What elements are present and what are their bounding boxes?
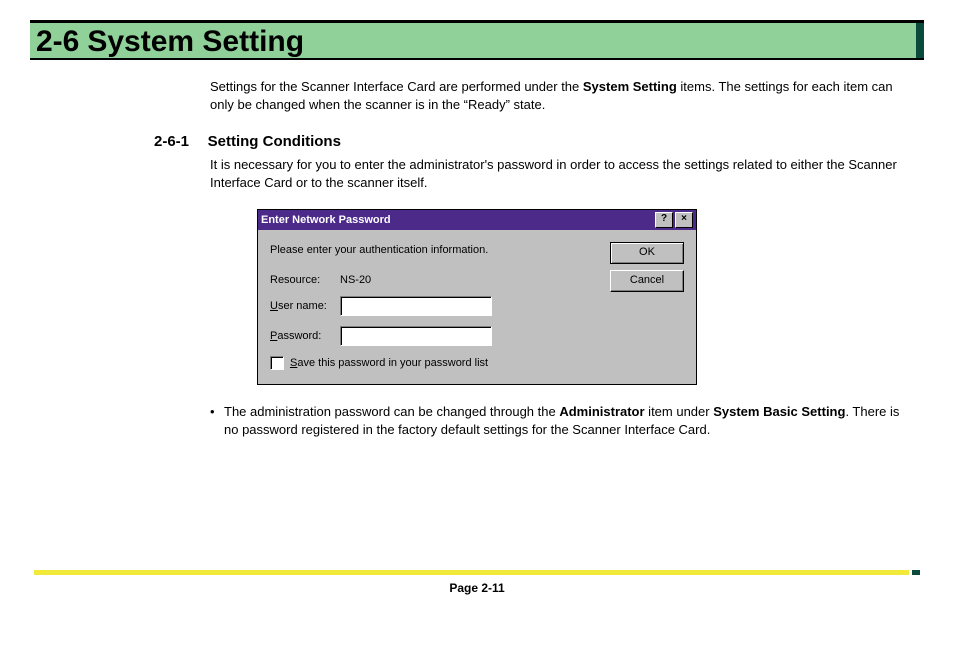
section-number: 2-6: [36, 25, 79, 58]
subsection-text: It is necessary for you to enter the adm…: [210, 156, 904, 191]
page-title: 2-6System Setting: [30, 25, 924, 58]
username-label: User name:: [270, 300, 340, 312]
bullet-icon: •: [210, 403, 224, 439]
intro-bold-a: System Setting: [583, 79, 677, 94]
intro-paragraph: Settings for the Scanner Interface Card …: [210, 78, 904, 113]
cancel-button[interactable]: Cancel: [610, 270, 684, 292]
subsection-title: Setting Conditions: [208, 133, 341, 150]
save-password-label: Save this password in your password list: [290, 357, 488, 369]
dialog-titlebar: Enter Network Password ? ×: [258, 210, 696, 230]
section-header: 2-6System Setting: [30, 20, 924, 60]
intro-text-a: Settings for the Scanner Interface Card …: [210, 79, 583, 94]
note-bullet: • The administration password can be cha…: [210, 403, 904, 439]
help-icon[interactable]: ?: [655, 212, 673, 228]
subsection-number: 2-6-1: [154, 133, 204, 150]
close-icon[interactable]: ×: [675, 212, 693, 228]
bullet-text: The administration password can be chang…: [224, 403, 904, 439]
resource-label: Resource:: [270, 274, 340, 286]
ok-button[interactable]: OK: [610, 242, 684, 264]
resource-value: NS-20: [340, 274, 371, 286]
page-number: Page 2-11: [449, 581, 504, 595]
save-password-checkbox[interactable]: [270, 356, 284, 370]
dialog-title: Enter Network Password: [261, 214, 653, 226]
page-footer: Page 2-11: [30, 570, 924, 595]
section-title: System Setting: [87, 25, 304, 58]
subsection-header: 2-6-1 Setting Conditions: [154, 133, 924, 150]
username-input[interactable]: [340, 296, 492, 316]
password-label: Password:: [270, 330, 340, 342]
password-input[interactable]: [340, 326, 492, 346]
password-dialog: Enter Network Password ? × Please enter …: [257, 209, 697, 385]
